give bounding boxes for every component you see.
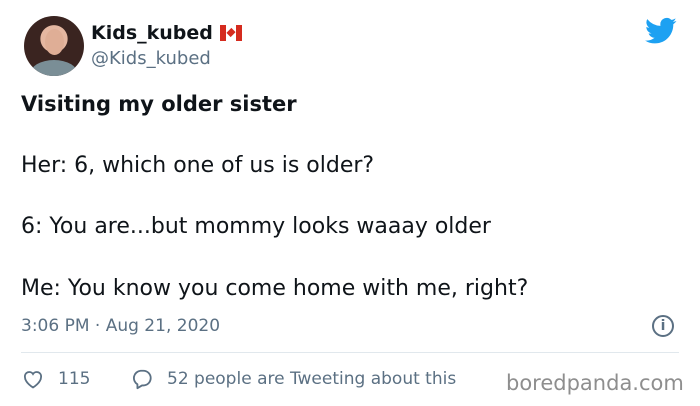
twitter-bird-icon[interactable] <box>645 17 677 45</box>
like-button[interactable]: 115 <box>22 367 90 391</box>
avatar[interactable] <box>24 16 84 76</box>
avatar-shoulders <box>30 60 78 76</box>
display-name[interactable]: Kids_kubed <box>91 22 213 44</box>
tweeting-about-link[interactable]: 52 people are Tweeting about this <box>131 367 456 391</box>
user-handle[interactable]: @Kids_kubed <box>91 48 211 69</box>
comment-icon <box>133 369 152 390</box>
watermark: boredpanda.com <box>506 371 684 395</box>
info-icon[interactable]: i <box>652 315 674 337</box>
canada-flag-icon <box>219 25 242 41</box>
tweet-line: 6: You are...but mommy looks waaay older <box>21 214 491 239</box>
tweet-line: Me: You know you come home with me, righ… <box>21 276 529 301</box>
tweeting-about-text: 52 people are Tweeting about this <box>167 369 457 389</box>
heart-icon <box>24 371 42 389</box>
avatar-face <box>45 29 64 55</box>
display-name-row[interactable]: Kids_kubed <box>91 22 242 44</box>
like-count: 115 <box>58 369 91 389</box>
divider <box>21 352 679 353</box>
tweet-title: Visiting my older sister <box>21 92 297 116</box>
tweet-timestamp[interactable]: 3:06 PM · Aug 21, 2020 <box>21 316 220 336</box>
tweet-line: Her: 6, which one of us is older? <box>21 153 375 178</box>
